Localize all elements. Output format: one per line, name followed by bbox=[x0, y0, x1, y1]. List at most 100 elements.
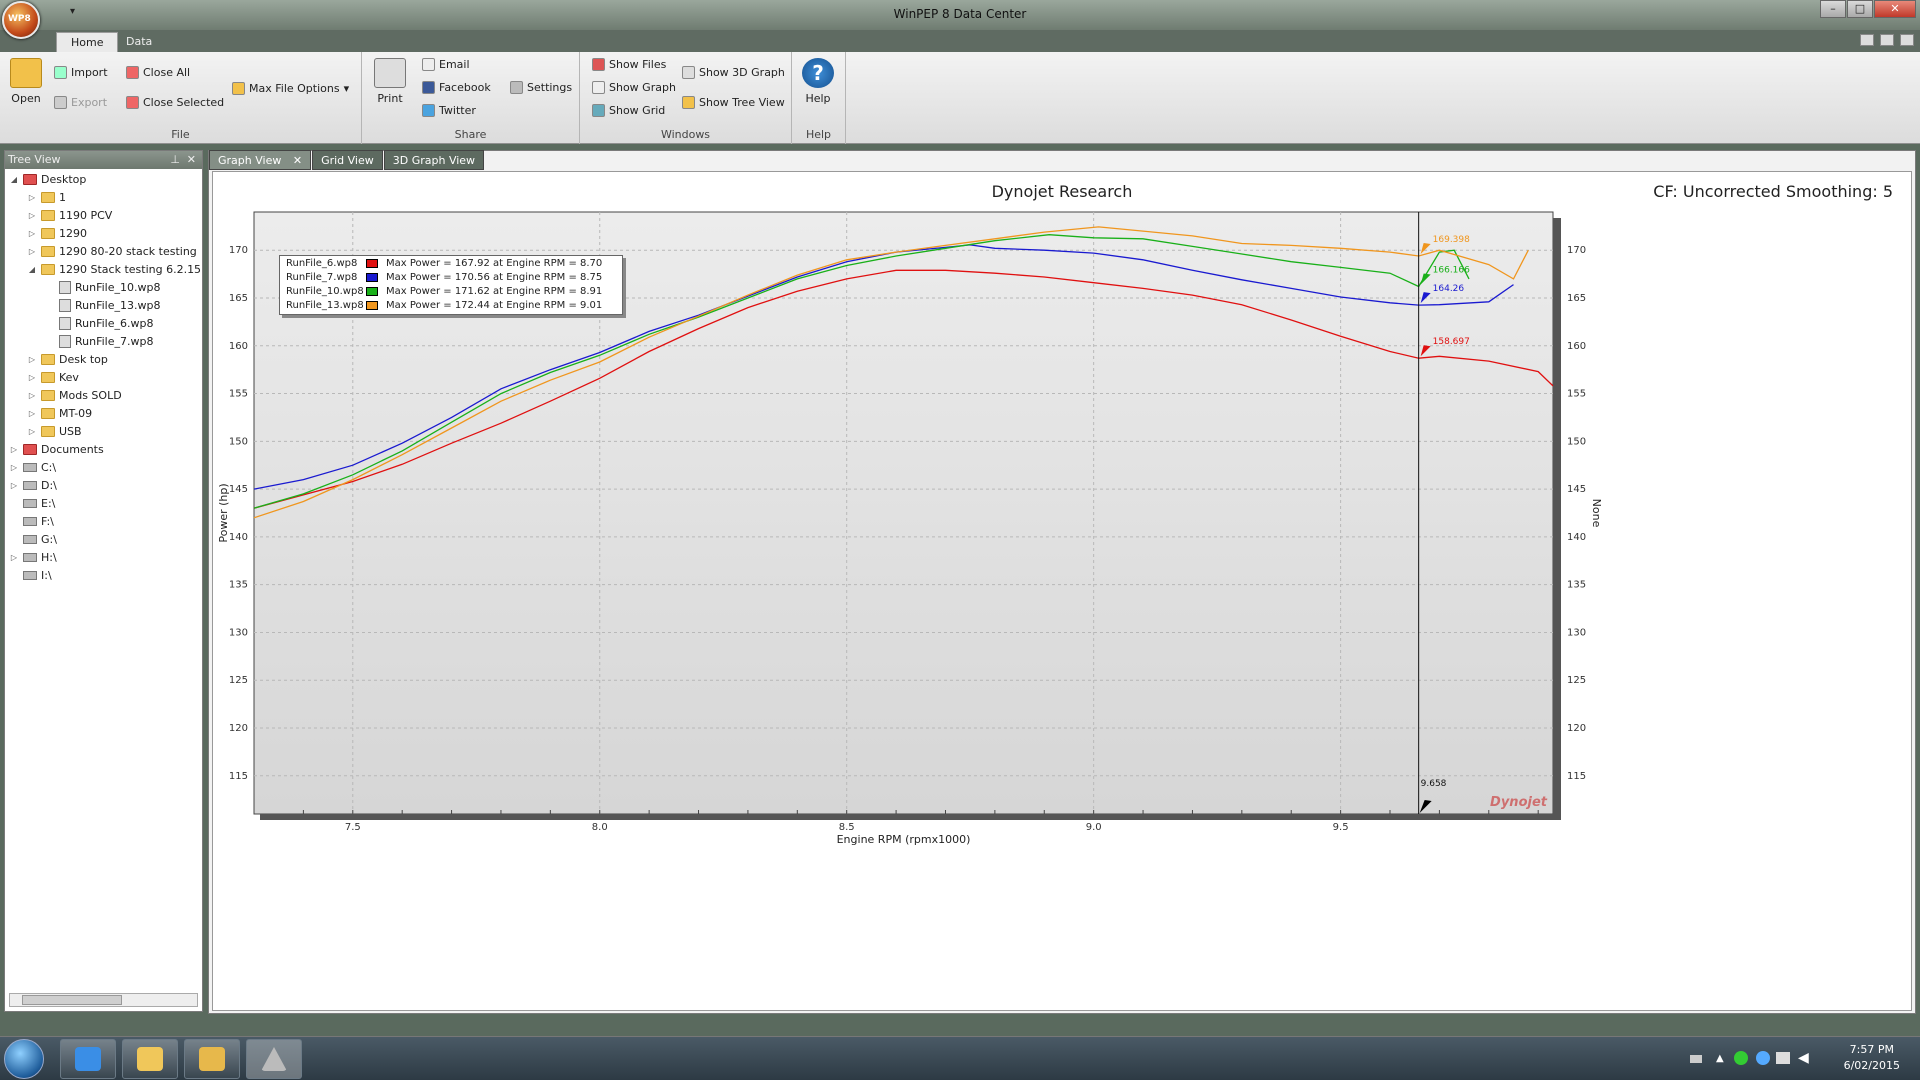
twitter-button[interactable]: Twitter bbox=[422, 104, 476, 117]
tree-item[interactable]: ▷ Kev bbox=[27, 369, 79, 385]
expand-arrow-icon[interactable]: ▷ bbox=[9, 553, 19, 562]
show-graph-button[interactable]: Show Graph bbox=[592, 81, 676, 94]
graph-icon bbox=[592, 81, 605, 94]
collapse-arrow-icon[interactable]: ◢ bbox=[27, 265, 37, 274]
tree-item[interactable]: RunFile_6.wp8 bbox=[45, 315, 153, 331]
ribbon-icon-1[interactable] bbox=[1860, 34, 1874, 46]
email-button[interactable]: Email bbox=[422, 58, 470, 71]
tree-item[interactable]: RunFile_13.wp8 bbox=[45, 297, 160, 313]
collapse-arrow-icon[interactable]: ◢ bbox=[9, 175, 19, 184]
folder-icon bbox=[41, 263, 55, 275]
close-window-button[interactable]: ✕ bbox=[1874, 0, 1916, 18]
close-all-label: Close All bbox=[143, 66, 191, 79]
taskbar-winpep-button[interactable] bbox=[246, 1039, 302, 1079]
folder-icon bbox=[199, 1047, 225, 1071]
tree-item[interactable]: ◢ Desktop bbox=[9, 171, 86, 187]
volume-icon[interactable]: ◀ bbox=[1798, 1050, 1809, 1066]
ribbon-icon-3[interactable] bbox=[1900, 34, 1914, 46]
help-button[interactable]: ? Help bbox=[798, 58, 838, 105]
max-file-options-dropdown[interactable]: Max File Options ▾ bbox=[232, 82, 349, 95]
open-button[interactable]: Open bbox=[6, 58, 46, 105]
tree-item[interactable]: ▷ H:\ bbox=[9, 549, 57, 565]
y2-axis-label: None bbox=[1590, 499, 1603, 528]
tree-item[interactable]: ◢ 1290 Stack testing 6.2.15 bbox=[27, 261, 201, 277]
expand-arrow-icon[interactable]: ▷ bbox=[27, 355, 37, 364]
export-button[interactable]: Export bbox=[54, 96, 107, 109]
tab-graph-view[interactable]: Graph View ✕ bbox=[209, 150, 312, 170]
tab-grid-view[interactable]: Grid View bbox=[312, 150, 383, 170]
maximize-button[interactable]: □ bbox=[1847, 0, 1873, 18]
show-graph-label: Show Graph bbox=[609, 81, 676, 94]
tree-item[interactable]: G:\ bbox=[9, 531, 57, 547]
print-button[interactable]: Print bbox=[370, 58, 410, 105]
show-3d-graph-button[interactable]: Show 3D Graph bbox=[682, 66, 785, 79]
taskbar-winpep-folder-button[interactable] bbox=[184, 1039, 240, 1079]
legend-entry[interactable]: RunFile_7.wp8 Max Power = 170.56 at Engin… bbox=[280, 271, 622, 285]
expand-arrow-icon[interactable]: ▷ bbox=[27, 373, 37, 382]
tree-item[interactable]: ▷ Desk top bbox=[27, 351, 108, 367]
app-menu-button[interactable]: WP8 bbox=[2, 1, 40, 39]
taskbar-explorer-button[interactable] bbox=[122, 1039, 178, 1079]
taskbar: ▲ ◀ 7:57 PM 6/02/2015 bbox=[0, 1036, 1920, 1080]
folder-icon bbox=[41, 209, 55, 221]
expand-arrow-icon[interactable]: ▷ bbox=[27, 193, 37, 202]
tree-item[interactable]: ▷ C:\ bbox=[9, 459, 56, 475]
legend-color-swatch bbox=[366, 301, 378, 310]
scrollbar-thumb[interactable] bbox=[22, 995, 122, 1005]
expand-arrow-icon[interactable]: ▷ bbox=[27, 409, 37, 418]
expand-arrow-icon[interactable]: ▷ bbox=[9, 445, 19, 454]
facebook-button[interactable]: Facebook bbox=[422, 81, 491, 94]
tab-data[interactable]: Data bbox=[112, 32, 166, 52]
tab-home[interactable]: Home bbox=[56, 32, 119, 52]
expand-arrow-icon[interactable]: ▷ bbox=[9, 463, 19, 472]
tree-item[interactable]: E:\ bbox=[9, 495, 55, 511]
tree-item[interactable]: ▷ Documents bbox=[9, 441, 104, 457]
show-hidden-icons-icon[interactable]: ▲ bbox=[1716, 1053, 1724, 1064]
expand-arrow-icon[interactable]: ▷ bbox=[27, 247, 37, 256]
settings-button[interactable]: Settings bbox=[510, 81, 572, 94]
tree-item[interactable]: ▷ 1190 PCV bbox=[27, 207, 112, 223]
close-all-icon bbox=[126, 66, 139, 79]
expand-arrow-icon[interactable]: ▷ bbox=[27, 211, 37, 220]
start-button[interactable] bbox=[4, 1039, 44, 1079]
legend-entry[interactable]: RunFile_13.wp8 Max Power = 172.44 at Engi… bbox=[280, 299, 622, 313]
legend-entry[interactable]: RunFile_6.wp8 Max Power = 167.92 at Engin… bbox=[280, 257, 622, 271]
tray-app-icon[interactable] bbox=[1756, 1051, 1770, 1065]
tree-item[interactable]: ▷ Mods SOLD bbox=[27, 387, 122, 403]
chart-legend[interactable]: RunFile_6.wp8 Max Power = 167.92 at Engin… bbox=[279, 255, 623, 315]
tree-item[interactable]: ▷ 1290 bbox=[27, 225, 87, 241]
pin-icon[interactable]: ⊥ bbox=[170, 151, 180, 169]
tree-item[interactable]: ▷ 1290 80-20 stack testing bbox=[27, 243, 197, 259]
taskbar-ie-button[interactable] bbox=[60, 1039, 116, 1079]
expand-arrow-icon[interactable]: ▷ bbox=[27, 427, 37, 436]
clock[interactable]: 7:57 PM 6/02/2015 bbox=[1844, 1042, 1900, 1074]
legend-entry[interactable]: RunFile_10.wp8 Max Power = 171.62 at Engi… bbox=[280, 285, 622, 299]
tree-item[interactable]: RunFile_10.wp8 bbox=[45, 279, 160, 295]
tree-horizontal-scrollbar[interactable] bbox=[9, 993, 198, 1007]
close-selected-button[interactable]: Close Selected bbox=[126, 96, 224, 109]
tree-item[interactable]: ▷ 1 bbox=[27, 189, 66, 205]
tab-3d-graph-view[interactable]: 3D Graph View bbox=[383, 150, 485, 170]
expand-arrow-icon[interactable]: ▷ bbox=[27, 391, 37, 400]
tree-item[interactable]: I:\ bbox=[9, 567, 52, 583]
action-center-icon[interactable] bbox=[1776, 1052, 1790, 1064]
import-button[interactable]: Import bbox=[54, 66, 108, 79]
show-files-button[interactable]: Show Files bbox=[592, 58, 666, 71]
keyboard-icon[interactable] bbox=[1690, 1055, 1702, 1063]
tree-item[interactable]: ▷ D:\ bbox=[9, 477, 57, 493]
close-all-button[interactable]: Close All bbox=[126, 66, 190, 79]
expand-arrow-icon[interactable]: ▷ bbox=[9, 481, 19, 490]
tree-item[interactable]: ▷ USB bbox=[27, 423, 82, 439]
expand-arrow-icon[interactable]: ▷ bbox=[27, 229, 37, 238]
minimize-button[interactable]: – bbox=[1820, 0, 1846, 18]
close-icon[interactable]: ✕ bbox=[187, 151, 196, 169]
tree-item[interactable]: F:\ bbox=[9, 513, 54, 529]
network-status-icon[interactable] bbox=[1734, 1051, 1748, 1065]
close-tab-icon[interactable]: ✕ bbox=[293, 154, 302, 167]
tab-graph-view-label: Graph View bbox=[218, 154, 282, 167]
ribbon-icon-2[interactable] bbox=[1880, 34, 1894, 46]
tree-item[interactable]: RunFile_7.wp8 bbox=[45, 333, 153, 349]
show-grid-button[interactable]: Show Grid bbox=[592, 104, 665, 117]
show-tree-view-button[interactable]: Show Tree View bbox=[682, 96, 785, 109]
tree-item[interactable]: ▷ MT-09 bbox=[27, 405, 92, 421]
